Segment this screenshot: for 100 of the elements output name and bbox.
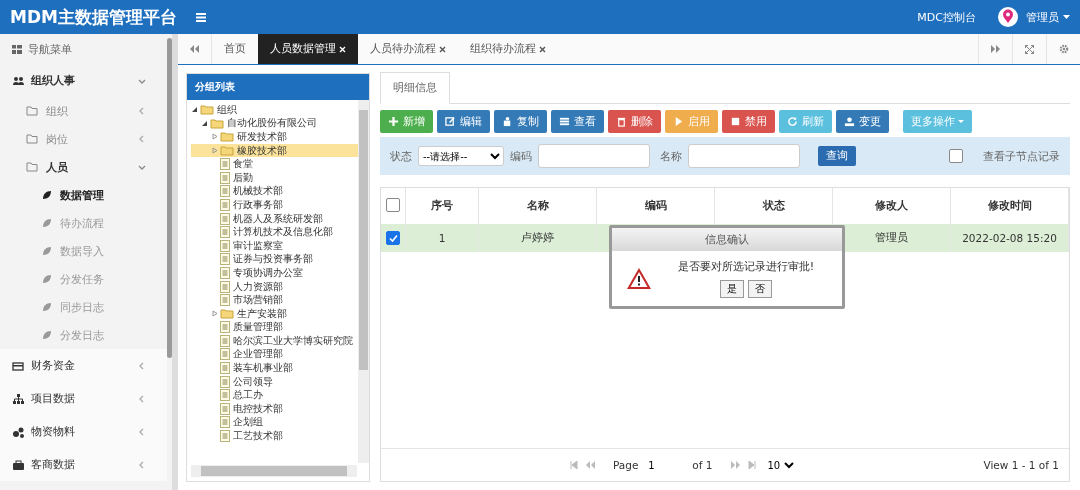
tree-node[interactable]: 自动化股份有限公司 <box>226 118 318 129</box>
tab[interactable]: 明细信息 <box>380 72 450 104</box>
play-icon[interactable] <box>673 116 684 127</box>
tree-node[interactable]: 工艺技术部 <box>232 431 284 442</box>
trash-icon[interactable] <box>616 116 627 127</box>
tree-node[interactable]: 后勤 <box>232 172 254 183</box>
close-icon[interactable] <box>439 45 446 53</box>
tree-node[interactable]: 证券与投资事务部 <box>232 254 314 265</box>
toolbar-button[interactable]: 编辑 <box>437 110 490 133</box>
tree-node[interactable]: 专项协调办公室 <box>232 267 304 278</box>
input-field[interactable] <box>688 144 800 168</box>
double-left-icon[interactable] <box>190 45 199 53</box>
document-icon <box>220 253 230 266</box>
tree-node[interactable]: 质量管理部 <box>232 322 284 333</box>
tree-node[interactable]: 研发技术部 <box>236 132 288 142</box>
plus-icon[interactable] <box>388 116 399 127</box>
tree-node[interactable]: 总工办 <box>232 390 264 401</box>
tree-node[interactable]: 机械技术部 <box>232 186 284 197</box>
next-page-icon[interactable] <box>730 461 740 469</box>
double-right-icon[interactable] <box>991 45 1000 53</box>
previous-page-icon[interactable] <box>585 461 595 469</box>
checkbox[interactable] <box>949 149 963 163</box>
dialog-button[interactable]: 否 <box>748 280 772 298</box>
document-icon <box>220 348 230 361</box>
scrollbar[interactable] <box>167 38 172 358</box>
console-link[interactable]: MDC控制台 <box>917 9 976 25</box>
page-count: of 1 <box>692 459 713 471</box>
tree-node[interactable]: 生产安装部 <box>236 308 288 319</box>
tree-node[interactable]: 哈尔滨工业大学博实研究院 <box>232 335 354 346</box>
document-icon <box>220 212 230 225</box>
expanded-toggle-icon[interactable] <box>191 106 198 114</box>
tree-node[interactable]: 电控技术部 <box>232 403 284 414</box>
tree-node[interactable]: 计算机技术及信息化部 <box>232 227 334 238</box>
user-icon[interactable] <box>844 116 855 127</box>
tree-node[interactable]: 企业管理部 <box>232 349 284 360</box>
document-icon <box>220 239 230 252</box>
toolbar-button[interactable]: 禁用 <box>722 110 775 133</box>
tab[interactable]: 首页 <box>212 34 258 64</box>
collapsed-toggle-icon[interactable] <box>211 147 218 155</box>
caret-icon[interactable] <box>1063 14 1070 20</box>
edit-icon[interactable] <box>445 116 456 127</box>
tree-node[interactable]: 公司领导 <box>232 376 274 387</box>
copy-icon[interactable] <box>502 116 513 127</box>
scrollbar[interactable] <box>358 100 369 463</box>
scrollbar[interactable] <box>191 465 357 477</box>
column-header[interactable]: 状态 <box>762 199 785 211</box>
last-page-icon[interactable] <box>747 461 756 469</box>
refresh-icon[interactable] <box>787 116 798 127</box>
collapsed-toggle-icon[interactable] <box>211 310 218 318</box>
first-page-icon[interactable] <box>569 461 578 469</box>
status-select[interactable]: --请选择-- <box>418 146 504 166</box>
document-icon <box>220 266 230 279</box>
section-icon <box>12 392 25 405</box>
menu-icon[interactable] <box>196 12 206 22</box>
query-button[interactable]: 查询 <box>818 146 856 166</box>
field-label: 名称 <box>660 148 682 164</box>
document-icon <box>220 158 230 171</box>
sidebar-section[interactable]: 项目数据 <box>0 382 167 415</box>
column-header[interactable]: 修改人 <box>875 199 908 211</box>
avatar-pin-icon[interactable] <box>998 7 1018 27</box>
input-field[interactable] <box>538 144 650 168</box>
sidebar-section[interactable]: 物资物料 <box>0 415 167 448</box>
user-menu[interactable]: 管理员 <box>1026 9 1070 25</box>
tree-node[interactable]: 审计监察室 <box>232 240 284 251</box>
sidebar-section[interactable]: 组织人事 <box>0 64 167 97</box>
tab[interactable]: 人员数据管理 <box>258 34 358 64</box>
collapsed-toggle-icon[interactable] <box>211 133 218 141</box>
sidebar-section[interactable]: 财务资金 <box>0 349 167 382</box>
sidebar-subitem[interactable]: 数据管理 <box>0 181 167 209</box>
tree-node[interactable]: 市场营销部 <box>232 295 284 306</box>
settings-icon[interactable] <box>1058 44 1069 54</box>
list-icon[interactable] <box>559 116 570 127</box>
tree-node[interactable]: 组织 <box>216 104 238 115</box>
stop-icon[interactable] <box>730 116 741 127</box>
close-icon[interactable] <box>539 45 546 53</box>
column-header[interactable]: 修改时间 <box>987 199 1032 211</box>
toolbar-button[interactable]: 复制 <box>494 110 547 133</box>
expanded-toggle-icon[interactable] <box>201 119 208 127</box>
tree-node[interactable]: 装车机事业部 <box>232 363 294 374</box>
tree-node[interactable]: 行政事务部 <box>232 199 284 210</box>
sidebar-section[interactable]: 客商数据 <box>0 448 167 481</box>
checkbox[interactable] <box>386 231 400 245</box>
toolbar-button[interactable]: 变更 <box>836 110 889 133</box>
column-header[interactable]: 名称 <box>526 199 549 211</box>
tree-node[interactable]: 机器人及系统研发部 <box>232 213 324 224</box>
column-header[interactable]: 序号 <box>431 199 453 211</box>
dialog-button[interactable]: 是 <box>720 280 744 298</box>
fullscreen-icon[interactable] <box>1025 44 1034 54</box>
toolbar-button[interactable]: 查看 <box>551 110 604 133</box>
tree-node[interactable]: 食堂 <box>232 159 254 170</box>
tab[interactable]: 组织待办流程 <box>458 34 558 64</box>
sidebar-item[interactable]: 人员 <box>0 153 167 181</box>
tree-node[interactable]: 人力资源部 <box>232 281 284 292</box>
checkbox[interactable] <box>386 198 400 212</box>
tree-node[interactable]: 企划组 <box>232 417 264 428</box>
tab[interactable]: 人员待办流程 <box>358 34 458 64</box>
caret-icon[interactable] <box>958 119 964 124</box>
toolbar-button[interactable]: 删除 <box>608 110 661 133</box>
column-header[interactable]: 编码 <box>644 199 667 211</box>
grid-icon <box>12 44 22 54</box>
